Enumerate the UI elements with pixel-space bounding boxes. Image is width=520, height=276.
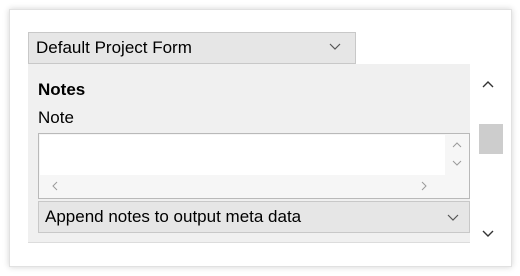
chevron-down-icon[interactable]: [479, 224, 497, 242]
chevron-right-icon[interactable]: [417, 176, 431, 196]
chevron-left-icon[interactable]: [48, 176, 62, 196]
chevron-up-icon[interactable]: [479, 76, 497, 94]
note-field-label: Note: [38, 108, 74, 127]
chevron-down-icon: [447, 214, 459, 221]
note-vertical-scrollbar[interactable]: [447, 136, 467, 174]
chevron-up-icon[interactable]: [447, 138, 467, 152]
note-textarea-frame: [38, 133, 470, 199]
form-scroll-area: Notes Note Append notes to output meta d…: [28, 64, 470, 243]
chevron-down-icon[interactable]: [447, 156, 467, 170]
append-notes-dropdown[interactable]: Append notes to output meta data: [38, 201, 470, 233]
notes-section-title: Notes: [38, 80, 86, 99]
note-horizontal-scrollbar[interactable]: [40, 175, 445, 197]
form-vertical-scrollbar[interactable]: [476, 64, 504, 244]
form-selector-value: Default Project Form: [36, 38, 192, 57]
form-selector-dropdown[interactable]: Default Project Form: [28, 32, 356, 64]
scrollbar-thumb[interactable]: [479, 124, 503, 154]
append-notes-value: Append notes to output meta data: [45, 207, 302, 226]
note-textarea[interactable]: [40, 135, 445, 175]
chevron-down-icon: [329, 43, 341, 50]
